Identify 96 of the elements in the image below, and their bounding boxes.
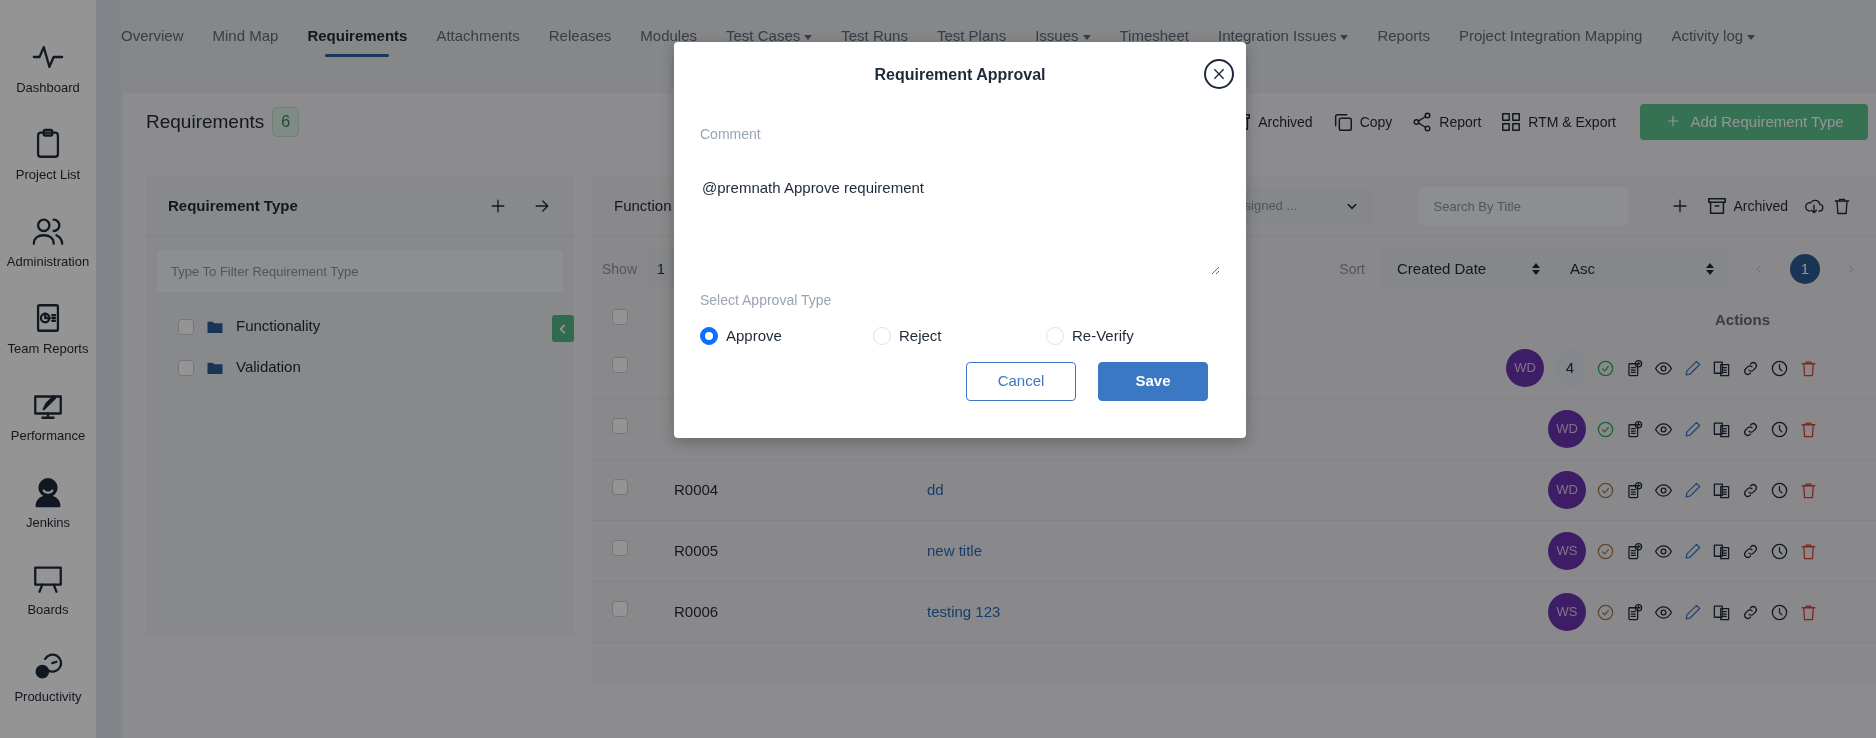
nav-tab[interactable]: Modules xyxy=(640,25,698,57)
row-checkbox[interactable] xyxy=(612,539,628,556)
check-circle-icon[interactable] xyxy=(1596,541,1615,561)
requirement-id: R0006 xyxy=(674,602,719,620)
radio-button[interactable] xyxy=(700,327,718,346)
nav-tab[interactable]: Activity log xyxy=(1671,25,1756,57)
sidebar-link[interactable]: Administration xyxy=(6,252,90,272)
requirement-title-link[interactable]: testing 123 xyxy=(927,602,1001,620)
caret-icon xyxy=(1747,34,1756,40)
field-label: Select Approval Type xyxy=(700,291,833,310)
sidebar-link[interactable]: Boards xyxy=(27,600,69,620)
avatar: WD xyxy=(1506,349,1544,387)
tree-item[interactable]: Functionality xyxy=(236,315,321,338)
sidebar-link[interactable]: Team Reports xyxy=(7,339,89,359)
clock-icon[interactable] xyxy=(1770,480,1789,500)
check-circle-icon[interactable] xyxy=(1596,358,1615,378)
row-checkbox[interactable] xyxy=(612,600,628,617)
grid-icon[interactable] xyxy=(1500,111,1523,133)
doc-clock-icon[interactable] xyxy=(1625,419,1644,439)
avatar: WS xyxy=(1548,532,1586,570)
search-field[interactable]: Search By Title xyxy=(1417,187,1628,225)
doc-clock-icon[interactable] xyxy=(1625,358,1644,378)
nav-tab[interactable]: Requirements xyxy=(307,25,408,57)
nav-tab[interactable]: Timesheet xyxy=(1119,25,1189,57)
nav-tab[interactable]: Attachments xyxy=(436,25,520,57)
sidebar-link[interactable]: Performance xyxy=(10,426,86,446)
sidebar-link[interactable]: Project List xyxy=(15,165,81,185)
filter-field[interactable]: Type To Filter Requirement Type xyxy=(157,250,563,292)
nav-tab[interactable]: Mind Map xyxy=(212,25,279,57)
nav-tab[interactable]: Test Runs xyxy=(841,25,908,57)
checkbox[interactable] xyxy=(178,359,194,376)
pencil-icon[interactable] xyxy=(1683,480,1702,500)
avatar: WD xyxy=(1548,471,1586,509)
clock-icon[interactable] xyxy=(1770,358,1789,378)
nav-tab[interactable]: Overview xyxy=(121,25,184,57)
column-header: Actions xyxy=(1715,309,1770,330)
comment-count: 4 xyxy=(1554,349,1586,387)
nav-tab[interactable]: Project Integration Mapping xyxy=(1458,25,1643,57)
radio-label[interactable]: Reject xyxy=(899,325,942,348)
nav-tab[interactable]: Releases xyxy=(548,25,612,57)
count-badge: 6 xyxy=(272,107,300,137)
row-checkbox[interactable] xyxy=(612,356,628,373)
requirement-id: R0004 xyxy=(674,480,719,498)
toolbar-link[interactable]: Copy xyxy=(1359,111,1393,133)
check-circle-icon[interactable] xyxy=(1596,419,1615,439)
nav-tab[interactable]: Test Plans xyxy=(936,25,1007,57)
requirement-title-link[interactable]: dd xyxy=(927,480,944,498)
archive-icon[interactable] xyxy=(1705,195,1728,217)
sidebar-link[interactable]: Dashboard xyxy=(16,78,80,98)
show-label: Show xyxy=(602,259,638,279)
cancel-button[interactable]: Cancel xyxy=(966,361,1076,401)
radio-label[interactable]: Re-Verify xyxy=(1072,325,1134,348)
clock-icon[interactable] xyxy=(1770,541,1789,561)
requirement-id: R0005 xyxy=(674,541,719,559)
avatar: WD xyxy=(1548,410,1586,448)
page-button[interactable]: 1 xyxy=(1790,254,1820,284)
sort-arrows-icon xyxy=(1704,262,1716,276)
row-checkbox[interactable] xyxy=(612,417,628,434)
clock-icon[interactable] xyxy=(1770,602,1789,622)
sort-arrows-icon xyxy=(1530,262,1542,276)
sidebar-link[interactable]: Jenkins xyxy=(25,513,71,533)
tab-label[interactable]: Function xyxy=(614,194,672,218)
trash-icon[interactable] xyxy=(1832,196,1852,216)
pencil-icon[interactable] xyxy=(1683,419,1702,439)
doc-clock-icon[interactable] xyxy=(1625,602,1644,622)
check-circle-icon[interactable] xyxy=(1596,602,1615,622)
doc-clock-icon[interactable] xyxy=(1625,480,1644,500)
toolbar-link[interactable]: Archived xyxy=(1258,111,1313,133)
tree-item[interactable]: Validation xyxy=(236,356,301,379)
toolbar-link[interactable]: RTM & Export xyxy=(1528,111,1616,133)
caret-icon xyxy=(1340,34,1349,40)
sidebar-link[interactable]: Productivity xyxy=(14,687,82,707)
dialog-title: Requirement Approval xyxy=(874,65,1046,85)
save-button[interactable]: Save xyxy=(1098,361,1208,401)
requirement-title-link[interactable]: new title xyxy=(927,541,983,559)
pencil-icon[interactable] xyxy=(1683,358,1702,378)
panel-title: Requirement Type xyxy=(168,195,298,216)
checkbox[interactable] xyxy=(178,318,194,335)
row-checkbox[interactable] xyxy=(612,478,628,495)
close-icon xyxy=(1211,66,1227,82)
sort-label: Sort xyxy=(1339,259,1365,279)
field-label: Comment xyxy=(700,125,762,144)
select-all-checkbox[interactable] xyxy=(612,308,628,325)
share-icon[interactable] xyxy=(1411,111,1434,133)
pencil-icon[interactable] xyxy=(1683,541,1702,561)
clock-icon[interactable] xyxy=(1770,419,1789,439)
nav-tab[interactable]: Reports xyxy=(1377,25,1430,57)
toolbar-link[interactable]: Report xyxy=(1439,111,1482,133)
archived-link[interactable]: Archived xyxy=(1733,195,1788,217)
radio-label[interactable]: Approve xyxy=(726,325,782,348)
doc-clock-icon[interactable] xyxy=(1625,541,1644,561)
avatar: WS xyxy=(1548,593,1586,631)
pencil-icon[interactable] xyxy=(1683,602,1702,622)
page-title: Requirements xyxy=(146,109,265,134)
check-circle-icon[interactable] xyxy=(1596,480,1615,500)
close-button[interactable] xyxy=(1204,59,1234,89)
